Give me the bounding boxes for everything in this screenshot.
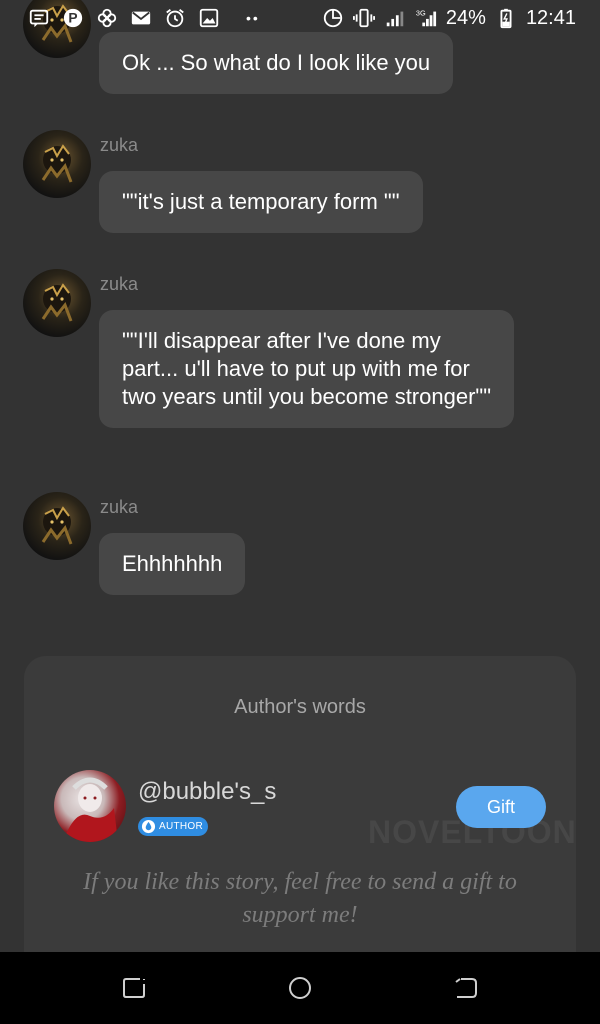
chat-message: zuka Ehhhhhhh: [23, 492, 583, 602]
clock: 12:41: [525, 6, 576, 29]
svg-text:3G: 3G: [416, 8, 426, 17]
message-bubble: Ok ... So what do I look like you: [99, 32, 454, 94]
p-app-icon: P: [62, 7, 84, 29]
message-bubble: Ehhhhhhh: [99, 533, 246, 595]
battery-percent: 24%: [445, 6, 486, 29]
avatar[interactable]: [23, 130, 91, 198]
pinwheel-icon: [96, 7, 118, 29]
message-bubble: ""it's just a temporary form "": [99, 171, 423, 233]
author-words-heading: Author's words: [234, 696, 366, 718]
author-badge: AUTHOR: [138, 817, 209, 836]
sender-name: zuka: [100, 274, 139, 294]
more-notifications-dots: ••: [246, 10, 260, 26]
back-icon[interactable]: [452, 974, 480, 1002]
author-handle[interactable]: @bubble's_s: [138, 778, 276, 806]
sender-name: zuka: [100, 497, 139, 517]
sender-name: zuka: [100, 135, 139, 155]
vibrate-icon: [352, 7, 375, 29]
recents-icon[interactable]: [120, 974, 148, 1002]
svg-text:P: P: [68, 11, 77, 26]
system-nav-bar: [0, 952, 600, 1024]
author-avatar[interactable]: [54, 770, 126, 842]
image-icon: [198, 7, 220, 29]
alarm-icon: [164, 7, 186, 29]
home-icon[interactable]: [286, 974, 314, 1002]
author-badge-label: AUTHOR: [159, 821, 204, 832]
battery-charging-icon: [495, 7, 517, 29]
avatar[interactable]: [23, 269, 91, 337]
signal-icon: [384, 7, 406, 29]
status-bar: P •• 3G 24% 12:41: [0, 0, 600, 36]
data-saver-icon: [322, 7, 344, 29]
chat-message: zuka ""it's just a temporary form "": [23, 130, 583, 240]
author-words-card: Author's words NOVELTOON @bubble's_s AUT…: [24, 656, 576, 976]
message-icon: [28, 7, 50, 29]
drop-icon: [141, 819, 156, 834]
author-note: If you like this story, feel free to sen…: [83, 869, 517, 928]
avatar[interactable]: [23, 492, 91, 560]
gift-button[interactable]: Gift: [456, 786, 546, 828]
message-bubble: ""I'll disappear after I've done my part…: [99, 310, 514, 428]
mail-icon: [130, 7, 152, 29]
chat-message: zuka ""I'll disappear after I've done my…: [23, 269, 583, 459]
signal-3g-icon: 3G: [415, 7, 437, 29]
